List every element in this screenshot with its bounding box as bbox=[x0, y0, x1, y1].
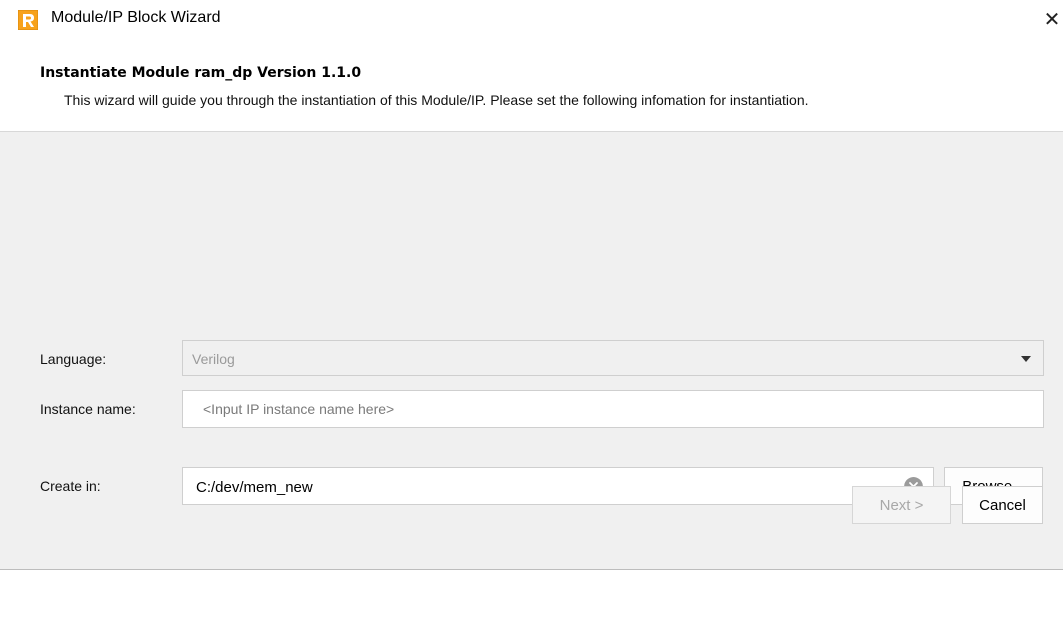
create-in-label: Create in: bbox=[40, 478, 101, 494]
close-button[interactable]: ✕ bbox=[1041, 0, 1063, 38]
wizard-header: Instantiate Module ram_dp Version 1.1.0 … bbox=[0, 38, 1063, 132]
radiant-logo-icon bbox=[18, 10, 38, 30]
close-icon: ✕ bbox=[1043, 8, 1061, 31]
instance-name-label: Instance name: bbox=[40, 401, 136, 417]
create-in-path-value: C:/dev/mem_new bbox=[196, 479, 313, 496]
cancel-button[interactable]: Cancel bbox=[962, 486, 1043, 524]
instance-name-input[interactable] bbox=[182, 390, 1044, 428]
wizard-description: This wizard will guide you through the i… bbox=[64, 92, 809, 108]
language-dropdown[interactable]: Verilog bbox=[182, 340, 1044, 376]
chevron-down-icon bbox=[1021, 356, 1031, 362]
next-button[interactable]: Next > bbox=[852, 486, 951, 524]
language-label: Language: bbox=[40, 351, 107, 367]
language-value: Verilog bbox=[192, 351, 235, 367]
window-title: Module/IP Block Wizard bbox=[51, 9, 221, 26]
title-bar: Module/IP Block Wizard ✕ bbox=[0, 0, 1063, 38]
wizard-heading: Instantiate Module ram_dp Version 1.1.0 bbox=[40, 65, 362, 81]
create-in-path-field[interactable]: C:/dev/mem_new bbox=[182, 467, 934, 505]
footer-separator bbox=[0, 569, 1063, 570]
